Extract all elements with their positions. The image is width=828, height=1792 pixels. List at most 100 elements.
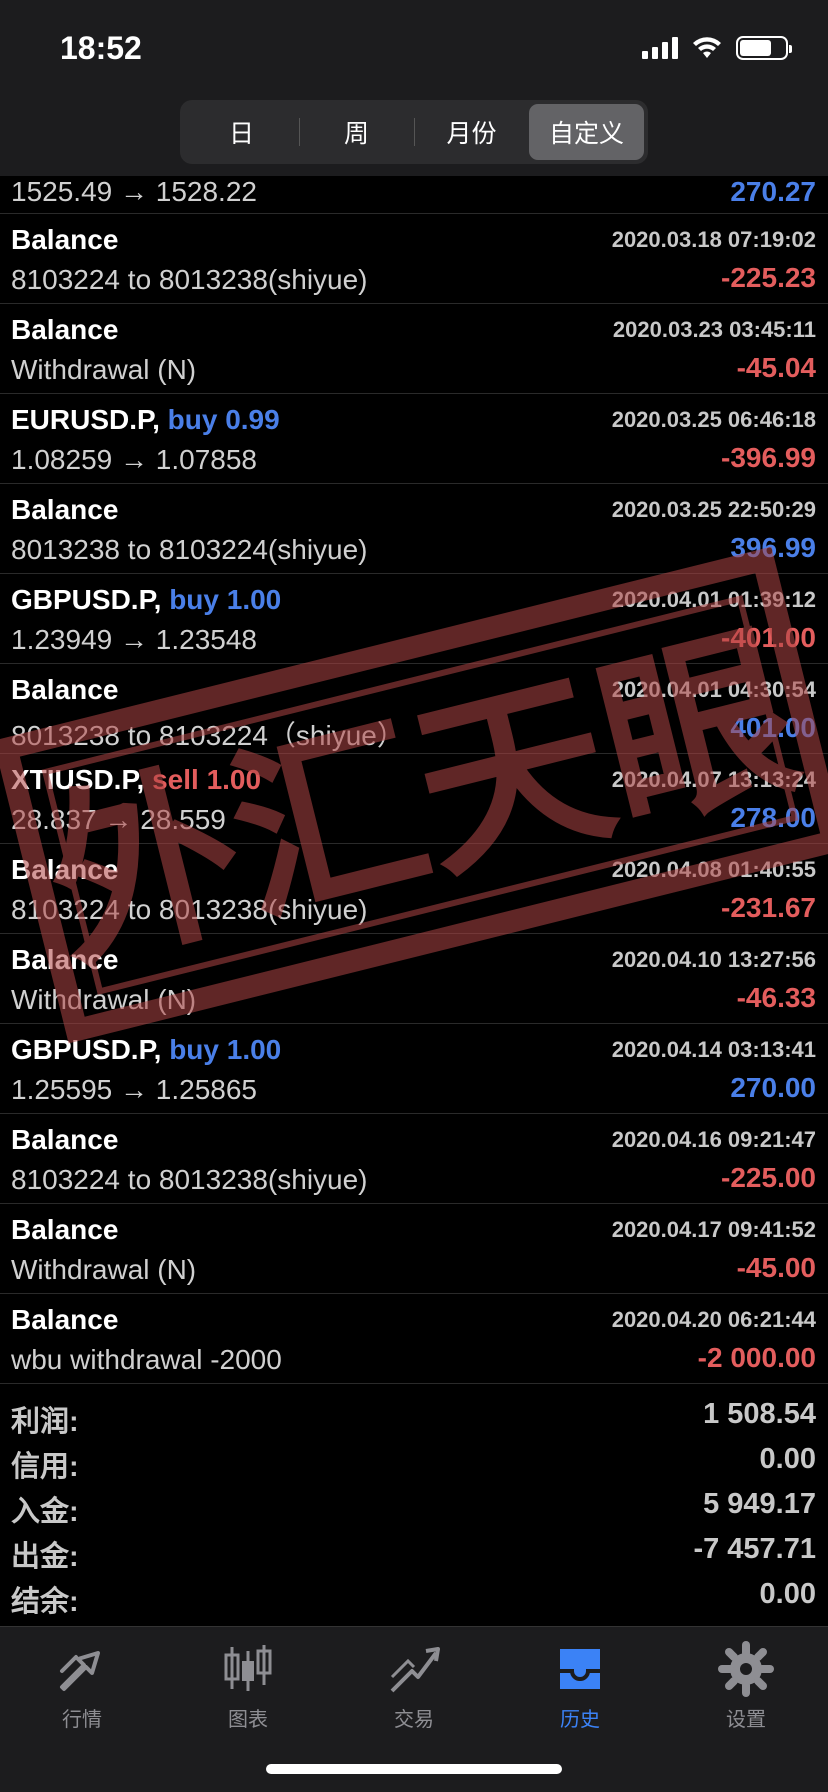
battery-icon: [736, 36, 792, 60]
row-title: Balance: [11, 1124, 119, 1155]
row-amount: -45.00: [736, 1252, 816, 1283]
row-title: Balance: [11, 314, 119, 345]
list-item[interactable]: Balance 2020.04.16 09:21:47 8103224 to 801…: [0, 1114, 828, 1204]
row-title: EURUSD.P, buy 0.99: [11, 404, 280, 435]
home-indicator: [266, 1764, 562, 1774]
row-detail: 8013238 to 8103224（shiyue）: [11, 720, 405, 751]
history-tray-icon: [560, 1649, 600, 1689]
row-title: GBPUSD.P, buy 1.00: [11, 1034, 282, 1065]
status-icons: [642, 36, 792, 60]
row-title: Balance: [11, 944, 119, 975]
trade-icon: [390, 1647, 440, 1693]
row-amount: -45.04: [736, 352, 816, 383]
wifi-icon: [693, 37, 721, 58]
row-amount: -46.33: [736, 982, 816, 1013]
row-amount: 278.00: [730, 802, 816, 833]
row-amount: -225.23: [721, 262, 816, 293]
tab-quotes[interactable]: 行情: [22, 1641, 142, 1741]
row-title: Balance: [11, 674, 119, 705]
row-datetime: 2020.04.01 01:39:12: [611, 587, 816, 612]
trade-side: buy 1.00: [169, 1034, 282, 1065]
list-item[interactable]: Balance 2020.04.20 06:21:44 wbu withdrawal…: [0, 1294, 828, 1384]
row-detail: 1.25595 → 1.25865: [11, 1074, 257, 1105]
tab-trade[interactable]: 交易: [354, 1641, 474, 1741]
summary-row-deposit: 入金: 5 949.17: [11, 1488, 816, 1528]
row-detail: 28.837 → 28.559: [11, 804, 226, 835]
row-title: XTIUSD.P, sell 1.00: [11, 764, 262, 795]
row-datetime: 2020.04.07 13:13:24: [611, 767, 816, 792]
profit-amount: 270.27: [730, 176, 816, 207]
row-detail: wbu withdrawal -2000: [11, 1344, 282, 1375]
row-datetime: 2020.04.20 06:21:44: [611, 1307, 816, 1332]
summary-row-withdrawal: 出金: -7 457.71: [11, 1533, 816, 1573]
list-item[interactable]: Balance 2020.03.23 03:45:11 Withdrawal (N)…: [0, 304, 828, 394]
quotes-icon: [60, 1651, 100, 1691]
row-datetime: 2020.04.08 01:40:55: [611, 857, 816, 882]
list-item[interactable]: Balance 2020.04.17 09:41:52 Withdrawal (N)…: [0, 1204, 828, 1294]
summary-row-balance: 结余: 0.00: [11, 1578, 816, 1618]
summary-row-credit: 信用: 0.00: [11, 1443, 816, 1483]
segment-custom[interactable]: 自定义: [529, 104, 644, 160]
row-datetime: 2020.04.14 03:13:41: [611, 1037, 816, 1062]
row-detail: 1.23949 → 1.23548: [11, 624, 257, 655]
list-item[interactable]: Balance 2020.03.25 22:50:29 8013238 to 810…: [0, 484, 828, 574]
summary-section: 利润: 1 508.54 信用: 0.00 入金: 5 949.17 出金: -7 45…: [0, 1394, 828, 1619]
row-detail: Withdrawal (N): [11, 354, 197, 385]
list-item[interactable]: GBPUSD.P, buy 1.00 2020.04.01 01:39:12 1.2…: [0, 574, 828, 664]
row-title: GBPUSD.P, buy 1.00: [11, 584, 282, 615]
price-range: 1525.49 → 1528.22: [11, 176, 257, 207]
row-datetime: 2020.04.16 09:21:47: [611, 1127, 816, 1152]
status-time: 18:52: [60, 30, 142, 66]
row-amount: -231.67: [721, 892, 816, 923]
list-item[interactable]: Balance 2020.03.18 07:19:02 8103224 to 801…: [0, 214, 828, 304]
row-title: Balance: [11, 1304, 119, 1335]
row-datetime: 2020.03.23 03:45:11: [612, 317, 816, 342]
list-item[interactable]: Balance 2020.04.01 04:30:54 8013238 to 810…: [0, 664, 828, 754]
row-datetime: 2020.03.25 22:50:29: [611, 497, 816, 522]
segment-week[interactable]: 周: [299, 104, 414, 160]
row-amount: -396.99: [721, 442, 816, 473]
tab-charts[interactable]: 图表: [188, 1641, 308, 1741]
row-amount: 396.99: [730, 532, 816, 563]
summary-row-profit: 利润: 1 508.54: [11, 1398, 816, 1438]
row-amount: -401.00: [721, 622, 816, 653]
trade-side: sell 1.00: [152, 764, 262, 795]
history-list: 1525.49 → 1528.22 270.27 Balance 2020.03.…: [0, 176, 828, 1384]
segment-month[interactable]: 月份: [414, 104, 529, 160]
row-detail: Withdrawal (N): [11, 984, 197, 1015]
cellular-signal-icon: [642, 37, 678, 59]
list-item[interactable]: GBPUSD.P, buy 1.00 2020.04.14 03:13:41 1.2…: [0, 1024, 828, 1114]
row-detail: 8013238 to 8103224(shiyue): [11, 534, 368, 565]
trade-side: buy 1.00: [169, 584, 282, 615]
list-item[interactable]: Balance 2020.04.10 13:27:56 Withdrawal (N)…: [0, 934, 828, 1024]
row-amount: 270.00: [730, 1072, 816, 1103]
row-detail: Withdrawal (N): [11, 1254, 197, 1285]
period-segmented-control: 日 周 月份 自定义: [180, 100, 648, 164]
row-amount: -2 000.00: [697, 1342, 816, 1373]
row-datetime: 2020.04.17 09:41:52: [611, 1217, 816, 1242]
tab-history[interactable]: 历史: [520, 1641, 640, 1741]
header: 18:52 日 周 月份 自定义: [0, 0, 828, 176]
row-datetime: 2020.03.25 06:46:18: [611, 407, 816, 432]
tab-settings[interactable]: 设置: [686, 1641, 806, 1741]
segment-day[interactable]: 日: [184, 104, 299, 160]
row-datetime: 2020.04.10 13:27:56: [611, 947, 816, 972]
list-item[interactable]: Balance 2020.04.08 01:40:55 8103224 to 801…: [0, 844, 828, 934]
trade-side: buy 0.99: [167, 404, 280, 435]
candlestick-chart-icon: [224, 1645, 272, 1691]
gear-icon: [718, 1641, 774, 1697]
list-item[interactable]: XTIUSD.P, sell 1.00 2020.04.07 13:13:24 28…: [0, 754, 828, 844]
row-detail: 8103224 to 8013238(shiyue): [11, 1164, 368, 1195]
row-title: Balance: [11, 224, 119, 255]
list-item[interactable]: 1525.49 → 1528.22 270.27: [0, 176, 828, 214]
row-amount: -225.00: [721, 1162, 816, 1193]
list-item[interactable]: EURUSD.P, buy 0.99 2020.03.25 06:46:18 1.0…: [0, 394, 828, 484]
row-detail: 1.08259 → 1.07858: [11, 444, 257, 475]
row-detail: 8103224 to 8013238(shiyue): [11, 894, 368, 925]
row-title: Balance: [11, 854, 119, 885]
row-datetime: 2020.04.01 04:30:54: [611, 677, 816, 702]
row-detail: 8103224 to 8013238(shiyue): [11, 264, 368, 295]
row-datetime: 2020.03.18 07:19:02: [611, 227, 816, 252]
row-title: Balance: [11, 1214, 119, 1245]
row-amount: 401.00: [730, 712, 816, 743]
